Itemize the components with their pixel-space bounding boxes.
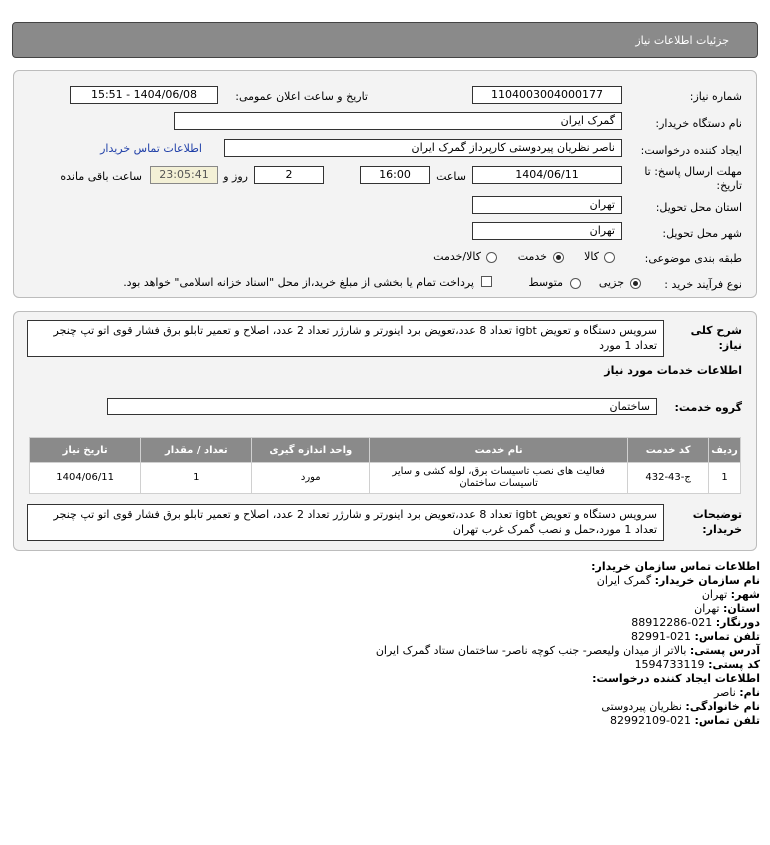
need-number-label: شماره نیاز: [689, 90, 742, 103]
deadline-date-field: 1404/06/11 [472, 166, 622, 184]
creator-first-name-label: نام: [739, 686, 760, 699]
col-qty: تعداد / مقدار [140, 437, 253, 463]
process-option-medium: متوسط [528, 276, 563, 289]
contact-phone: تلفن تماس: 021-82991 [631, 630, 760, 644]
remaining-time-field: 23:05:41 [150, 166, 218, 184]
category-radio-service[interactable] [553, 252, 564, 263]
service-group-field: ساختمان [107, 398, 657, 415]
table-header-row: ردیف کد خدمت نام خدمت واحد اندازه گیری ت… [28, 437, 741, 463]
col-unit: واحد اندازه گیری [251, 437, 371, 463]
city-label: شهر محل تحویل: [662, 227, 742, 240]
col-code: کد خدمت [627, 437, 710, 463]
cell-code: ج-43-432 [627, 462, 710, 494]
creator-first-name: نام: ناصر [714, 686, 760, 700]
contact-org: نام سازمان خریدار: گمرک ایران [597, 574, 760, 588]
deadline-time-field: 16:00 [360, 166, 430, 184]
creator-phone-label: تلفن تماس: [694, 714, 760, 727]
col-row: ردیف [708, 437, 741, 463]
table-row: 1 ج-43-432 فعالیت های نصب تاسیسات برق، ل… [28, 462, 741, 494]
page-header: جزئیات اطلاعات نیاز [12, 22, 758, 58]
announce-date-field: 1404/06/08 - 15:51 [70, 86, 218, 104]
province-field: تهران [472, 196, 622, 214]
announce-date-label: تاریخ و ساعت اعلان عمومی: [235, 90, 368, 103]
buyer-org-field: گمرک ایران [174, 112, 622, 130]
cell-name: فعالیت های نصب تاسیسات برق، لوله کشی و س… [369, 462, 629, 494]
buyer-notes-label-2: خریدار: [702, 523, 742, 536]
category-radio-goods-service[interactable] [486, 252, 497, 263]
service-group-label: گروه خدمت: [674, 401, 742, 414]
creator-phone-value: 021-82992109 [610, 714, 692, 727]
deadline-label: مهلت ارسال پاسخ: تا [644, 165, 742, 178]
creator-section-title: اطلاعات ایجاد کننده درخواست: [592, 672, 760, 685]
cell-qty: 1 [140, 462, 253, 494]
page-title: جزئیات اطلاعات نیاز [635, 34, 729, 47]
creator-last-name: نام خانوادگی: نظریان پیردوستی [601, 700, 760, 714]
need-number-field: 1104003004000177 [472, 86, 622, 104]
col-name: نام خدمت [369, 437, 629, 463]
category-label: طبقه بندی موضوعی: [644, 252, 742, 265]
treasury-payment-checkbox[interactable] [481, 276, 492, 287]
description-label-2: نیاز: [718, 339, 742, 352]
contact-province-value: تهران [694, 602, 720, 615]
buyer-notes-label: توضیحات [692, 508, 742, 521]
contact-province-label: استان: [723, 602, 760, 615]
contact-fax-value: 021-88912286 [631, 616, 713, 629]
contact-section-title: اطلاعات تماس سازمان خریدار: [591, 560, 760, 573]
requester-label: ایجاد کننده درخواست: [640, 144, 742, 157]
province-label: استان محل تحویل: [655, 201, 742, 214]
contact-org-label: نام سازمان خریدار: [654, 574, 760, 587]
contact-city: شهر: تهران [702, 588, 760, 602]
category-option-service: خدمت [517, 250, 547, 263]
process-option-minor: جزیی [598, 276, 624, 289]
contact-province: استان: تهران [694, 602, 760, 616]
category-radio-goods[interactable] [604, 252, 615, 263]
creator-phone: تلفن تماس: 021-82992109 [610, 714, 760, 728]
buyer-org-label: نام دستگاه خریدار: [655, 117, 742, 130]
need-description-box: سرویس دستگاه و تعویض igbt تعداد 8 عدد،تع… [27, 320, 664, 357]
contact-fax-label: دورنگار: [715, 616, 760, 629]
remaining-time-label: ساعت باقی مانده [60, 170, 142, 183]
creator-first-name-value: ناصر [713, 686, 736, 699]
contact-city-label: شهر: [730, 588, 760, 601]
contact-phone-label: تلفن تماس: [694, 630, 760, 643]
process-radio-minor[interactable] [630, 278, 641, 289]
contact-postal: کد پستی: 1594733119 [635, 658, 760, 672]
contact-city-value: تهران [701, 588, 728, 601]
contact-address: آدرس پستی: بالاتر از میدان ولیعصر- جنب ک… [376, 644, 760, 658]
process-radio-medium[interactable] [570, 278, 581, 289]
treasury-payment-note: پرداخت تمام یا بخشی از مبلغ خرید،از محل … [123, 276, 474, 289]
days-label: روز و [223, 170, 248, 183]
services-table: ردیف کد خدمت نام خدمت واحد اندازه گیری ت… [28, 437, 741, 494]
category-option-goods: کالا [584, 250, 599, 263]
col-date: تاریخ نیاز [28, 437, 142, 463]
deadline-time-label: ساعت [436, 170, 466, 183]
contact-phone-value: 021-82991 [631, 630, 692, 643]
buyer-notes-box: سرویس دستگاه و تعویض igbt تعداد 8 عدد،تع… [27, 504, 664, 541]
contact-fax: دورنگار: 021-88912286 [631, 616, 760, 630]
deadline-date-label: تاریخ: [716, 179, 742, 192]
contact-address-value: بالاتر از میدان ولیعصر- جنب کوچه ناصر- س… [375, 644, 687, 657]
requester-field: ناصر نظریان پیردوستی کارپرداز گمرک ایران [224, 139, 622, 157]
services-section-title: اطلاعات خدمات مورد نیاز [604, 364, 742, 377]
contact-address-label: آدرس پستی: [689, 644, 760, 657]
category-option-goods-service: کالا/خدمت [433, 250, 481, 263]
cell-row: 1 [708, 462, 741, 494]
cell-date: 1404/06/11 [28, 462, 142, 494]
contact-postal-value: 1594733119 [634, 658, 705, 671]
city-field: تهران [472, 222, 622, 240]
contact-org-value: گمرک ایران [596, 574, 652, 587]
description-label: شرح کلی [690, 324, 742, 337]
cell-unit: مورد [251, 462, 371, 494]
contact-postal-label: کد پستی: [708, 658, 760, 671]
contact-info-link[interactable]: اطلاعات تماس خریدار [100, 142, 202, 155]
days-field: 2 [254, 166, 324, 184]
creator-last-name-label: نام خانوادگی: [685, 700, 760, 713]
creator-last-name-value: نظریان پیردوستی [601, 700, 682, 713]
process-label: نوع فرآیند خرید : [664, 278, 742, 291]
